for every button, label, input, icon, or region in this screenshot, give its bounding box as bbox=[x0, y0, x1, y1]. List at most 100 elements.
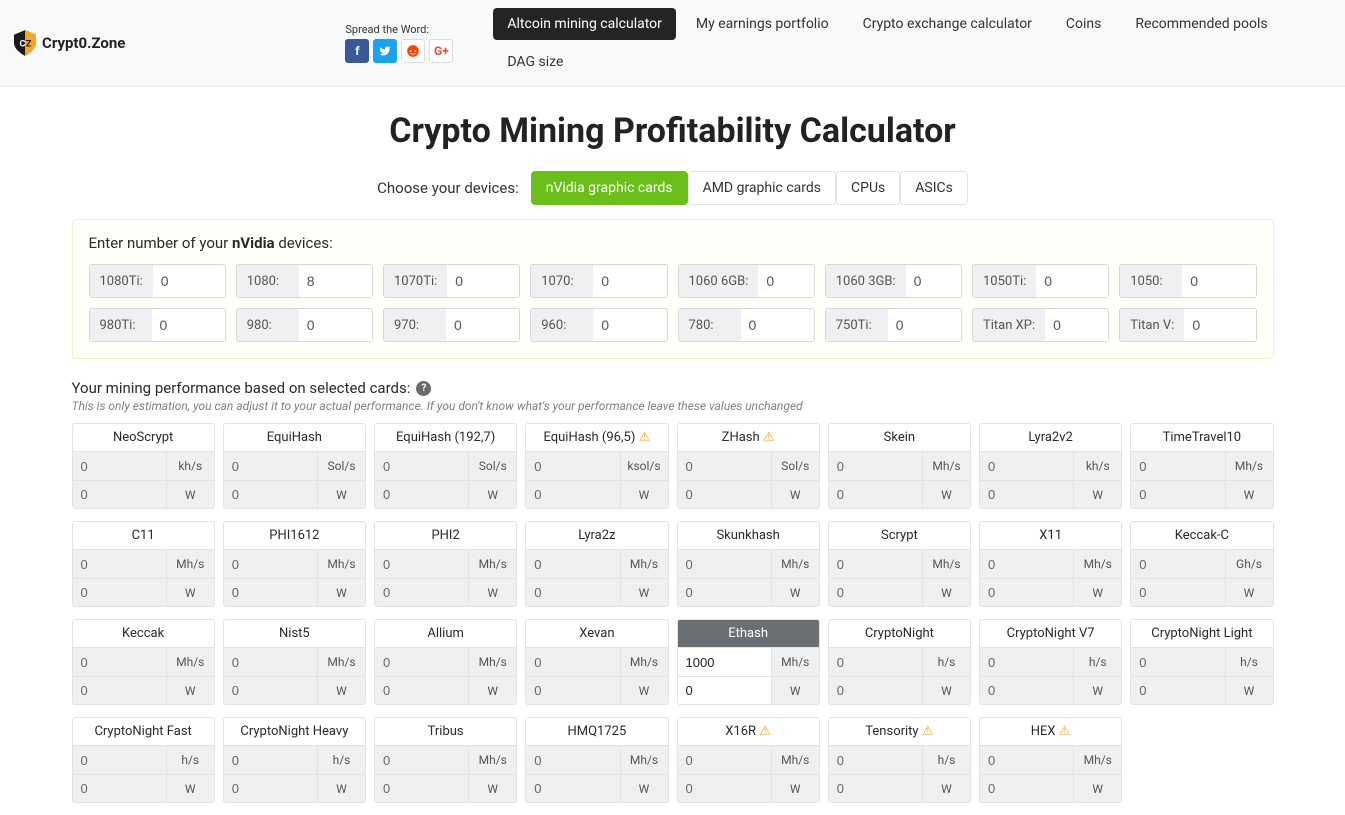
facebook-icon[interactable]: f bbox=[345, 39, 369, 63]
nav-link[interactable]: Altcoin mining calculator bbox=[493, 8, 676, 40]
power-input[interactable] bbox=[829, 579, 922, 606]
hashrate-input[interactable] bbox=[526, 746, 619, 774]
power-input[interactable] bbox=[73, 481, 166, 508]
power-input[interactable] bbox=[678, 579, 771, 606]
device-input[interactable] bbox=[1045, 309, 1108, 341]
power-input[interactable] bbox=[73, 677, 166, 704]
power-input[interactable] bbox=[224, 677, 317, 704]
power-input[interactable] bbox=[1131, 677, 1224, 704]
power-input[interactable] bbox=[980, 775, 1073, 802]
hashrate-input[interactable] bbox=[224, 648, 317, 676]
device-input[interactable] bbox=[299, 309, 372, 341]
device-input[interactable] bbox=[299, 265, 372, 297]
hashrate-input[interactable] bbox=[224, 550, 317, 578]
hashrate-input[interactable] bbox=[1131, 452, 1224, 480]
device-tab[interactable]: ASICs bbox=[900, 171, 968, 205]
power-input[interactable] bbox=[224, 481, 317, 508]
hashrate-input[interactable] bbox=[224, 746, 317, 774]
nav-link[interactable]: Recommended pools bbox=[1121, 8, 1281, 40]
power-input[interactable] bbox=[526, 677, 619, 704]
twitter-icon[interactable] bbox=[373, 39, 397, 63]
power-input[interactable] bbox=[678, 677, 771, 704]
nav-link[interactable]: DAG size bbox=[493, 46, 577, 78]
power-input[interactable] bbox=[829, 775, 922, 802]
power-input[interactable] bbox=[1131, 481, 1224, 508]
hashrate-input[interactable] bbox=[678, 648, 771, 676]
device-input[interactable] bbox=[906, 265, 961, 297]
device-input[interactable] bbox=[758, 265, 813, 297]
device-input[interactable] bbox=[446, 309, 519, 341]
power-input[interactable] bbox=[73, 579, 166, 606]
hashrate-input[interactable] bbox=[678, 452, 771, 480]
googleplus-icon[interactable]: G+ bbox=[429, 39, 453, 63]
power-input[interactable] bbox=[526, 775, 619, 802]
power-input[interactable] bbox=[678, 481, 771, 508]
hashrate-input[interactable] bbox=[73, 746, 166, 774]
device-input[interactable] bbox=[447, 265, 519, 297]
hashrate-input[interactable] bbox=[980, 648, 1073, 676]
power-input[interactable] bbox=[829, 481, 922, 508]
hashrate-input[interactable] bbox=[526, 550, 619, 578]
device-input[interactable] bbox=[1184, 309, 1255, 341]
power-input[interactable] bbox=[980, 579, 1073, 606]
hashrate-input[interactable] bbox=[1131, 648, 1224, 676]
power-input[interactable] bbox=[678, 775, 771, 802]
power-input[interactable] bbox=[375, 481, 468, 508]
device-input[interactable] bbox=[152, 309, 225, 341]
device-tab[interactable]: AMD graphic cards bbox=[688, 171, 836, 205]
power-input[interactable] bbox=[980, 481, 1073, 508]
power-input[interactable] bbox=[375, 677, 468, 704]
nav-link[interactable]: Coins bbox=[1052, 8, 1115, 40]
power-input[interactable] bbox=[526, 481, 619, 508]
power-input[interactable] bbox=[224, 579, 317, 606]
device-tabs-label: Choose your devices: bbox=[377, 179, 519, 197]
logo[interactable]: C Z Crypt0.Zone bbox=[14, 30, 125, 56]
power-input[interactable] bbox=[1131, 579, 1224, 606]
hashrate-input[interactable] bbox=[375, 550, 468, 578]
device-input[interactable] bbox=[1182, 265, 1255, 297]
device-input[interactable] bbox=[593, 265, 666, 297]
algo-card: AlliumMh/sW bbox=[374, 619, 517, 705]
hashrate-input[interactable] bbox=[375, 648, 468, 676]
hashrate-input[interactable] bbox=[829, 648, 922, 676]
power-input[interactable] bbox=[980, 677, 1073, 704]
power-input[interactable] bbox=[375, 775, 468, 802]
power-input[interactable] bbox=[375, 579, 468, 606]
device-input[interactable] bbox=[593, 309, 666, 341]
hashrate-input[interactable] bbox=[678, 550, 771, 578]
hashrate-input[interactable] bbox=[73, 550, 166, 578]
hashrate-input[interactable] bbox=[73, 452, 166, 480]
power-input[interactable] bbox=[829, 677, 922, 704]
algo-name: Allium bbox=[375, 620, 516, 648]
algo-name: Scrypt bbox=[829, 522, 970, 550]
hashrate-input[interactable] bbox=[980, 746, 1073, 774]
hashrate-input[interactable] bbox=[526, 648, 619, 676]
device-input[interactable] bbox=[888, 309, 961, 341]
nav-link[interactable]: Crypto exchange calculator bbox=[849, 8, 1046, 40]
hashrate-input[interactable] bbox=[980, 550, 1073, 578]
power-unit: W bbox=[1225, 677, 1273, 704]
hashrate-input[interactable] bbox=[375, 452, 468, 480]
device-input[interactable] bbox=[1036, 265, 1108, 297]
hashrate-input[interactable] bbox=[1131, 550, 1224, 578]
device-input[interactable] bbox=[153, 265, 225, 297]
hashrate-input[interactable] bbox=[829, 452, 922, 480]
hashrate-input[interactable] bbox=[224, 452, 317, 480]
hashrate-input[interactable] bbox=[375, 746, 468, 774]
device-input[interactable] bbox=[741, 309, 814, 341]
hashrate-input[interactable] bbox=[829, 550, 922, 578]
power-input[interactable] bbox=[526, 579, 619, 606]
hashrate-input[interactable] bbox=[526, 452, 619, 480]
hashrate-input[interactable] bbox=[73, 648, 166, 676]
hashrate-input[interactable] bbox=[980, 452, 1073, 480]
power-input[interactable] bbox=[73, 775, 166, 802]
help-icon[interactable]: ? bbox=[416, 381, 431, 396]
device-tab[interactable]: CPUs bbox=[836, 171, 900, 205]
device-tab[interactable]: nVidia graphic cards bbox=[531, 171, 688, 205]
hashrate-unit: Mh/s bbox=[1073, 746, 1121, 774]
hashrate-input[interactable] bbox=[678, 746, 771, 774]
hashrate-input[interactable] bbox=[829, 746, 922, 774]
nav-link[interactable]: My earnings portfolio bbox=[682, 8, 843, 40]
reddit-icon[interactable] bbox=[401, 39, 425, 63]
power-input[interactable] bbox=[224, 775, 317, 802]
